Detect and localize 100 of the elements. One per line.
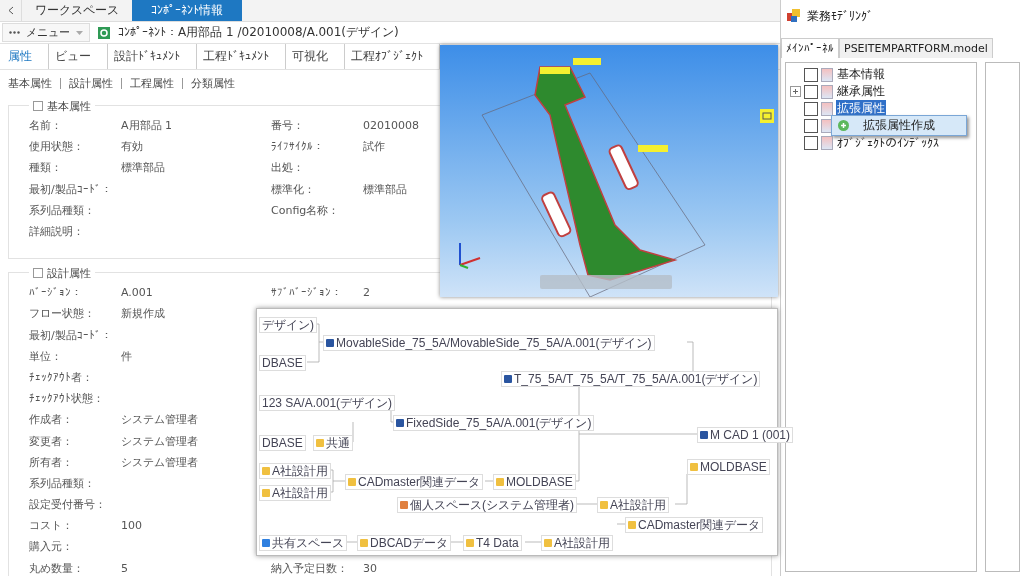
tree-checkbox[interactable] — [804, 101, 818, 116]
field-label: 丸め数量： — [29, 560, 84, 576]
add-icon — [838, 120, 849, 131]
node-icon — [360, 539, 368, 547]
node-icon — [821, 84, 833, 99]
tree-item[interactable]: 継承属性 — [836, 83, 886, 100]
breadcrumb: ｺﾝﾎﾟｰﾈﾝﾄ：A用部品 1 /02010008/A.001(デザイン) — [118, 24, 399, 41]
panel-tab[interactable]: ﾒｲﾝﾊﾟｰﾈﾙ — [781, 38, 839, 58]
field-label: 標準化： — [271, 181, 315, 197]
tree-checkbox[interactable] — [804, 135, 818, 150]
menu-button[interactable]: メニュー — [2, 23, 90, 42]
node-icon — [400, 501, 408, 509]
node-icon — [821, 135, 833, 150]
panel-title: 業務ﾓﾃﾞﾘﾝｸﾞ — [807, 7, 873, 25]
diagram-node[interactable]: CADmaster関連データ — [625, 517, 763, 533]
field-value: 2 — [363, 286, 370, 300]
component-icon — [98, 26, 110, 39]
diagram-node[interactable]: DBCADデータ — [357, 535, 451, 551]
section-link[interactable]: 基本属性 — [8, 75, 52, 91]
field-label: 名前： — [29, 118, 62, 134]
field-label: 最初/製品ｺｰﾄﾞ： — [29, 181, 112, 197]
connector-line — [344, 541, 358, 543]
expand-icon[interactable] — [790, 86, 801, 97]
field-label: 変更者： — [29, 433, 73, 449]
more-icon — [9, 31, 20, 34]
field-value: 標準部品 — [363, 181, 407, 197]
diagram-node[interactable]: A社設計用 — [541, 535, 613, 551]
node-icon — [466, 539, 474, 547]
node-icon — [504, 375, 512, 383]
section-link[interactable]: 設計属性 — [69, 75, 113, 91]
connector-line — [450, 541, 464, 543]
tree-item[interactable]: 基本情報 — [836, 66, 886, 83]
menu-item[interactable]: 拡張属性作成 — [832, 116, 966, 135]
panel-tab[interactable]: PSEITEMPARTFORM.model — [839, 38, 993, 58]
diagram-node[interactable]: MOLDBASE — [687, 459, 770, 475]
field-label: 作成者： — [29, 412, 73, 428]
field-label: 設定受付番号： — [29, 497, 106, 513]
section-title: 基本属性 — [47, 98, 91, 114]
node-icon — [821, 67, 833, 82]
node-label: A社設計用 — [272, 486, 328, 500]
node-icon — [496, 478, 504, 486]
field-value: A.001 — [121, 286, 153, 300]
workspace-tab[interactable]: ｺﾝﾎﾟｰﾈﾝﾄ情報 — [132, 0, 242, 21]
diagram-node[interactable]: MovableSide_75_5A/MovableSide_75_5A/A.001(デザイン) — [323, 335, 655, 351]
diagram-node[interactable]: T4 Data — [463, 535, 522, 551]
tree-checkbox[interactable] — [804, 84, 818, 99]
diagram-node[interactable]: 個人スペース(システム管理者) — [397, 497, 577, 513]
field-label: 所有者： — [29, 454, 73, 470]
connector-line — [674, 473, 688, 505]
field-label: 種類： — [29, 160, 62, 176]
field-label: 最初/製品ｺｰﾄﾞ： — [29, 327, 112, 343]
node-icon — [348, 478, 356, 486]
node-icon — [600, 501, 608, 509]
node-label: FixedSide_75_5A/A.001(デザイン) — [406, 416, 592, 430]
node-label: MOLDBASE — [700, 460, 767, 474]
diagram-node[interactable]: 共通 — [313, 435, 353, 451]
connector-line — [484, 480, 494, 482]
node-label: A社設計用 — [272, 464, 328, 478]
field-value: 有効 — [121, 139, 143, 155]
node-label: CADmaster関連データ — [638, 518, 760, 532]
field-label: 系列品種類： — [29, 475, 95, 491]
field-label: 納入予定日数： — [271, 560, 348, 576]
diagram-node[interactable]: T_75_5A/T_75_5A/T_75_5A/A.001(デザイン) — [501, 371, 761, 387]
field-label: 使用状態： — [29, 139, 84, 155]
connector-line — [616, 523, 626, 525]
node-icon — [262, 539, 270, 547]
field-value: 新規作成 — [121, 306, 165, 322]
diagram-node[interactable]: FixedSide_75_5A/A.001(デザイン) — [393, 415, 595, 431]
diagram-node[interactable]: 共有スペース — [259, 535, 347, 551]
diagram-node[interactable]: A社設計用 — [259, 485, 331, 501]
field-label: フロー状態： — [29, 306, 95, 322]
tree-item[interactable]: ｵﾌﾞｼﾞｪｸﾄのｲﾝﾃﾞｯｸｽ — [836, 135, 940, 150]
node-icon — [700, 431, 708, 439]
diagram-node[interactable]: A社設計用 — [259, 463, 331, 479]
diagram-node[interactable]: CADmaster関連データ — [345, 474, 483, 490]
field-label: 系列品種類： — [29, 202, 95, 218]
node-label: 共通 — [326, 436, 350, 450]
field-value: 30 — [363, 561, 377, 575]
field-value: 件 — [121, 348, 132, 364]
field-label: コスト： — [29, 518, 73, 534]
node-label: T_75_5A/T_75_5A/T_75_5A/A.001(デザイン) — [514, 372, 758, 386]
node-label: M CAD 1 (001) — [710, 428, 791, 442]
section-title: 設計属性 — [47, 265, 91, 281]
tree-checkbox[interactable] — [804, 118, 818, 133]
node-label: T4 Data — [476, 536, 519, 550]
field-label: 番号： — [271, 118, 304, 134]
node-icon — [326, 339, 334, 347]
diagram-node[interactable]: MOLDBASE — [493, 474, 576, 490]
node-label: MovableSide_75_5A/MovableSide_75_5A/A.001(デザイン) — [336, 336, 652, 350]
node-label: 共有スペース — [272, 536, 344, 550]
node-label: A社設計用 — [554, 536, 610, 550]
section-link[interactable]: 分類属性 — [191, 75, 235, 91]
section-link[interactable]: 工程属性 — [130, 75, 174, 91]
tree-checkbox[interactable] — [804, 67, 818, 82]
node-label: DBCADデータ — [370, 536, 448, 550]
diagram-node[interactable]: M CAD 1 (001) — [697, 427, 794, 443]
field-label: 詳細説明： — [29, 224, 84, 240]
field-label: 購入元： — [29, 539, 73, 555]
diagram-node[interactable]: A社設計用 — [597, 497, 669, 513]
field-label: ﾁｪｯｸｱｳﾄ状態： — [29, 391, 104, 407]
